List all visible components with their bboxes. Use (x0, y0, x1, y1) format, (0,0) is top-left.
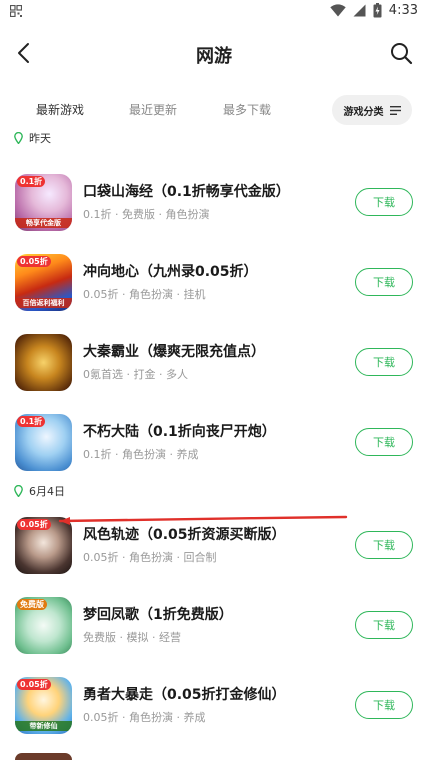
icon-ribbon: 带新修仙 (15, 721, 72, 731)
tab-label: 最近更新 (129, 103, 178, 117)
game-name[interactable]: 勇者大暴走（0.05折打金修仙） (83, 684, 286, 704)
icon-tag: 0.1折 (17, 416, 46, 427)
status-bar: 4:33 (0, 0, 428, 24)
game-name[interactable]: 不朽大陆（0.1折向丧尸开炮） (83, 421, 276, 441)
download-button[interactable]: 下载 (355, 691, 413, 719)
icon-tag: 0.05折 (17, 256, 51, 267)
download-button[interactable]: 下载 (355, 188, 413, 216)
tab-newest-games[interactable]: 最新游戏 (36, 101, 85, 118)
game-row[interactable]: 0.05折 风色轨迹（0.05折资源买断版） 0.05折 · 角色扮演 · 回合… (0, 511, 428, 581)
page-title: 网游 (196, 46, 232, 67)
game-row[interactable]: 0.05折 带新修仙 勇者大暴走（0.05折打金修仙） 0.05折 · 角色扮演… (0, 671, 428, 741)
tab-label: 最新游戏 (36, 103, 85, 117)
game-row[interactable]: 0.1折 不朽大陆（0.1折向丧尸开炮） 0.1折 · 角色扮演 · 养成 下载 (0, 408, 428, 478)
next-row-peek (15, 753, 72, 760)
date-label: 6月4日 (29, 485, 65, 498)
tab-bar: 最新游戏 最近更新 最多下载 游戏分类 (0, 92, 428, 128)
tab-most-downloads[interactable]: 最多下载 (223, 101, 271, 118)
game-icon[interactable]: 免费版 (15, 597, 72, 654)
game-icon[interactable]: 0.05折 百倍返利福利 (15, 254, 72, 311)
icon-tag: 免费版 (17, 599, 47, 610)
battery-icon (373, 3, 382, 18)
game-meta: 免费版 · 模拟 · 经营 (83, 631, 181, 644)
icon-ribbon: 畅享代金版 (15, 218, 72, 228)
game-meta: 0.1折 · 角色扮演 · 养成 (83, 448, 199, 461)
search-icon[interactable] (388, 40, 414, 66)
download-button[interactable]: 下载 (355, 428, 413, 456)
game-meta: 0.05折 · 角色扮演 · 挂机 (83, 288, 206, 301)
wifi-icon (330, 4, 346, 17)
game-name[interactable]: 口袋山海经（0.1折畅享代金版） (83, 181, 290, 201)
game-icon[interactable]: 0.05折 带新修仙 (15, 677, 72, 734)
icon-tag: 0.05折 (17, 519, 51, 530)
game-name[interactable]: 梦回凤歌（1折免费版） (83, 604, 233, 624)
game-row[interactable]: 免费版 梦回凤歌（1折免费版） 免费版 · 模拟 · 经营 下载 (0, 591, 428, 661)
signal-icon (353, 4, 366, 17)
game-name[interactable]: 风色轨迹（0.05折资源买断版） (83, 524, 286, 544)
tab-label: 最多下载 (223, 103, 272, 117)
icon-ribbon: 百倍返利福利 (15, 298, 72, 308)
game-meta: 0.05折 · 角色扮演 · 回合制 (83, 551, 217, 564)
location-pin-icon (14, 132, 23, 144)
download-button[interactable]: 下载 (355, 611, 413, 639)
game-row[interactable]: 大秦霸业（爆爽无限充值点） 0氪首选 · 打金 · 多人 下载 (0, 328, 428, 398)
date-label: 昨天 (29, 132, 51, 145)
tab-recent-updates[interactable]: 最近更新 (129, 101, 177, 118)
icon-tag: 0.1折 (17, 176, 46, 187)
download-button[interactable]: 下载 (355, 348, 413, 376)
game-name[interactable]: 大秦霸业（爆爽无限充值点） (83, 341, 265, 361)
menu-icon (389, 105, 401, 115)
category-label: 游戏分类 (343, 106, 384, 118)
status-time: 4:33 (388, 3, 418, 18)
date-header: 6月4日 (14, 482, 65, 500)
location-pin-icon (14, 485, 23, 497)
qr-icon (10, 5, 22, 17)
download-button[interactable]: 下载 (355, 268, 413, 296)
game-icon[interactable]: 0.05折 (15, 517, 72, 574)
game-category-button[interactable]: 游戏分类 (332, 95, 412, 125)
game-icon[interactable]: 0.1折 畅享代金版 (15, 174, 72, 231)
game-icon[interactable]: 0.1折 (15, 414, 72, 471)
game-row[interactable]: 0.05折 百倍返利福利 冲向地心（九州录0.05折） 0.05折 · 角色扮演… (0, 248, 428, 318)
game-row[interactable]: 0.1折 畅享代金版 口袋山海经（0.1折畅享代金版） 0.1折 · 免费版 ·… (0, 168, 428, 238)
game-meta: 0氪首选 · 打金 · 多人 (83, 368, 188, 381)
game-icon[interactable] (15, 334, 72, 391)
game-meta: 0.05折 · 角色扮演 · 养成 (83, 711, 206, 724)
download-button[interactable]: 下载 (355, 531, 413, 559)
date-header: 昨天 (14, 129, 51, 147)
icon-tag: 0.05折 (17, 679, 51, 690)
nav-bar: 网游 (0, 30, 428, 76)
game-meta: 0.1折 · 免费版 · 角色扮演 (83, 208, 210, 221)
game-name[interactable]: 冲向地心（九州录0.05折） (83, 261, 258, 281)
